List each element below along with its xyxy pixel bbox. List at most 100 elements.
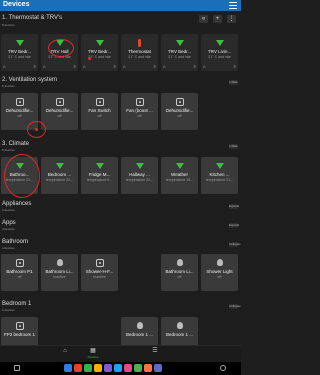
light-bulb-icon	[135, 321, 144, 330]
device-tile[interactable]: FP2 bedroom 1	[1, 317, 38, 345]
app-icon[interactable]	[134, 364, 142, 372]
device-state: off	[177, 114, 182, 118]
device-name: Fan (boost ...	[126, 108, 153, 113]
device-tile[interactable]: Bedroom 1 ...	[161, 317, 198, 345]
light-bulb-icon	[175, 258, 184, 267]
app-icon[interactable]	[154, 364, 162, 372]
section-toggle-button[interactable]: Expand	[229, 223, 239, 228]
section-toggle-button[interactable]: Inflate	[229, 80, 238, 85]
device-tile[interactable]: Bathroom P1 off	[1, 254, 38, 291]
device-name: Bedroom ...	[47, 172, 72, 177]
menu-icon[interactable]: ≡	[34, 64, 36, 69]
device-name: TRV Bedr...	[7, 49, 32, 54]
device-tile[interactable]: Shower-H-F... inactive	[81, 254, 118, 291]
section-toggle-button[interactable]: Collapse	[229, 304, 241, 309]
home-icon: ⌂	[63, 348, 67, 354]
app-icon[interactable]	[84, 364, 92, 372]
device-tile[interactable]: Bedroom ... temperature 22...	[41, 157, 78, 194]
device-tile[interactable]: Kitchen ... temperature 21...	[201, 157, 238, 194]
light-bulb-icon	[175, 321, 184, 330]
device-name: Thermostat	[128, 49, 151, 54]
section-toggle-button[interactable]: Collapse	[229, 242, 241, 247]
device-name: Shower Light	[206, 269, 233, 274]
device-state: off	[17, 275, 22, 279]
device-tile[interactable]: Dehumidifie... off	[1, 93, 38, 130]
device-tile[interactable]: Bedroom 1 ...	[121, 317, 158, 345]
device-state: off	[217, 275, 222, 279]
section-title-appliances: Appliances	[2, 201, 32, 207]
device-tile[interactable]: TRV Bedr... 21° C and idle ⌂ ≡	[1, 34, 38, 71]
device-tile[interactable]: Shower Light off	[201, 254, 238, 291]
device-name: Bathroom Li...	[165, 269, 194, 274]
device-tile[interactable]: Thermostat 21° C and idle ⌂ ≡	[121, 34, 158, 71]
devices-icon: ▦	[90, 348, 96, 354]
device-tile[interactable]: Fan (boost ... off	[121, 93, 158, 130]
home-button-icon[interactable]	[220, 365, 226, 371]
device-tile[interactable]: Dehumidifie... off	[161, 93, 198, 130]
home-icon[interactable]: ⌂	[163, 64, 165, 69]
device-tile[interactable]: Fridge M... temperature 6...	[81, 157, 118, 194]
device-tile[interactable]: Bathroom Li... off	[161, 254, 198, 291]
collapse-all-button[interactable]: «	[199, 15, 208, 23]
app-icon[interactable]	[124, 364, 132, 372]
add-button[interactable]: +	[213, 15, 222, 23]
device-tile[interactable]: Dehumidifie... off	[41, 93, 78, 130]
device-list[interactable]: 1. Thermostat & TRV's 8 devices « + ⋮ TR…	[0, 11, 241, 345]
device-tile[interactable]: Fan Switch off	[81, 93, 118, 130]
home-icon[interactable]: ⌂	[203, 64, 205, 69]
home-icon[interactable]: ⌂	[83, 64, 85, 69]
device-name: Weather	[171, 172, 188, 177]
home-icon[interactable]: ⌂	[43, 64, 45, 69]
motion-sensor-icon	[95, 258, 104, 267]
annotation-mark	[35, 128, 38, 131]
more-icon: ⋮	[228, 16, 235, 22]
menu-icon: ☰	[152, 348, 158, 354]
device-state: off	[177, 275, 182, 279]
menu-icon[interactable]: ≡	[114, 64, 116, 69]
device-state: inactive	[53, 275, 66, 279]
menu-icon[interactable]: ≡	[154, 64, 156, 69]
device-tile[interactable]: Bathroo... temperature 23...	[1, 157, 38, 194]
device-state: 21° C and idle	[8, 55, 31, 59]
section-toggle-button[interactable]: Expand	[229, 204, 239, 209]
device-state: 21° C and idle	[168, 55, 191, 59]
more-button[interactable]: ⋮	[227, 15, 236, 23]
app-icon[interactable]	[144, 364, 152, 372]
menu-icon[interactable]: ≡	[74, 64, 76, 69]
menu-icon[interactable]	[229, 2, 237, 9]
device-state: temperature 6...	[86, 178, 113, 182]
home-icon[interactable]: ⌂	[123, 64, 125, 69]
app-icon[interactable]	[114, 364, 122, 372]
menu-icon[interactable]: ≡	[234, 64, 236, 69]
device-tile[interactable]: TRV Bedr... 21° C and idle ⌂ ≡	[161, 34, 198, 71]
nav-menu[interactable]: ☰	[148, 348, 162, 361]
app-icon[interactable]	[94, 364, 102, 372]
device-tile[interactable]: Bathroom Li... inactive	[41, 254, 78, 291]
menu-icon[interactable]: ≡	[194, 64, 196, 69]
nav-home[interactable]: ⌂	[58, 348, 72, 361]
device-name: TRV Bedr...	[167, 49, 192, 54]
section-title-bedroom-1: Bedroom 1	[2, 301, 32, 307]
app-icon[interactable]	[64, 364, 72, 372]
device-tile[interactable]: Weather temperature 15...	[161, 157, 198, 194]
bottom-navigation: ⌂ ▦ Devices ☰	[0, 345, 241, 362]
nav-devices[interactable]: ▦ Devices	[86, 348, 100, 361]
home-icon[interactable]: ⌂	[3, 64, 5, 69]
recents-icon[interactable]	[14, 365, 20, 371]
device-tile[interactable]: Hallway ... temperature 22...	[121, 157, 158, 194]
thermometer-icon	[55, 161, 64, 170]
device-name: Kitchen ...	[209, 172, 230, 177]
device-tile[interactable]: TRV Bedr... 21° C and idle ⌂ ≡	[81, 34, 118, 71]
device-name: TRV Bedr...	[87, 49, 112, 54]
dehumidifier-icon	[175, 97, 184, 106]
app-icon[interactable]	[104, 364, 112, 372]
device-name: Dehumidifie...	[165, 108, 194, 113]
app-icon[interactable]	[74, 364, 82, 372]
section-subtitle: 8 devices	[2, 23, 15, 27]
device-name: Bedroom 1 ...	[125, 332, 153, 337]
device-tile[interactable]: TRV Livin... 21° C and idle ⌂ ≡	[201, 34, 238, 71]
section-toggle-button[interactable]: Inflate	[229, 144, 238, 149]
device-state: 21° C and idle	[48, 55, 71, 59]
switch-icon	[95, 97, 104, 106]
device-tile[interactable]: TRV Hall 21° C and idle ⌂ ≡	[41, 34, 78, 71]
